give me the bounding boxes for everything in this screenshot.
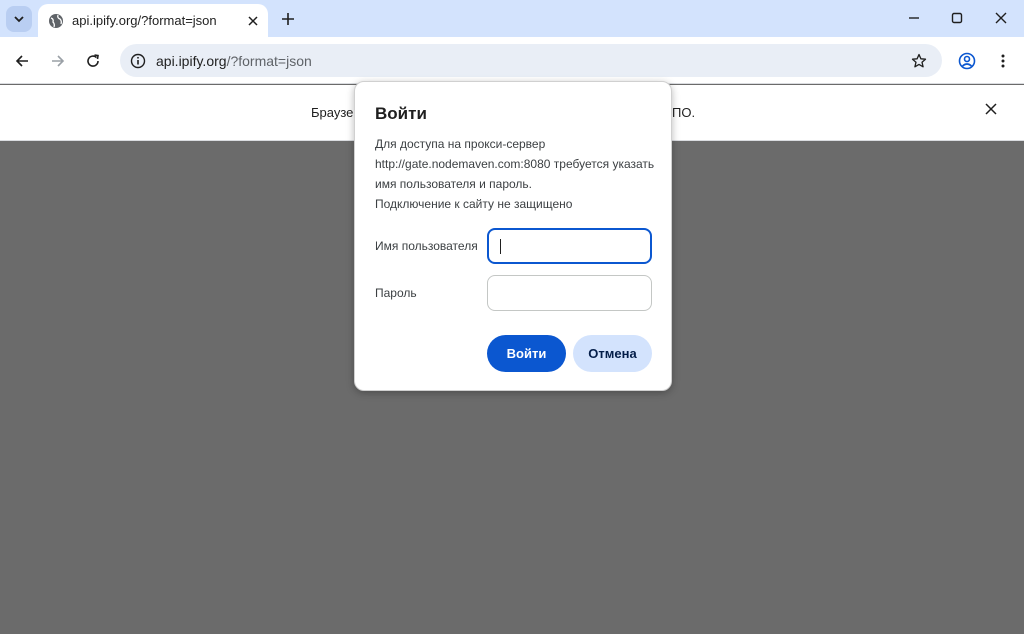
- arrow-left-icon: [15, 55, 28, 67]
- browser-toolbar: api.ipify.org/?format=json: [0, 37, 1024, 84]
- dialog-message: Для доступа на прокси-сервер http://gate…: [375, 134, 660, 214]
- plus-icon: [282, 13, 294, 25]
- tab-title: api.ipify.org/?format=json: [72, 13, 217, 28]
- bookmark-button[interactable]: [908, 50, 930, 72]
- info-icon: [130, 53, 146, 68]
- tab-strip: api.ipify.org/?format=json: [0, 0, 1024, 37]
- username-field[interactable]: [487, 228, 652, 264]
- close-window-button[interactable]: [981, 4, 1021, 32]
- minimize-button[interactable]: [894, 4, 934, 32]
- url-text: api.ipify.org/?format=json: [156, 53, 312, 69]
- login-button[interactable]: Войти: [487, 335, 566, 372]
- chevron-down-icon: [14, 16, 24, 23]
- address-bar[interactable]: api.ipify.org/?format=json: [120, 44, 942, 77]
- account-icon: [958, 52, 976, 70]
- infobar-close-button[interactable]: [985, 102, 997, 120]
- star-icon: [911, 53, 927, 68]
- close-icon: [248, 15, 258, 26]
- url-host: api.ipify.org: [156, 52, 227, 69]
- new-tab-button[interactable]: [276, 7, 300, 31]
- menu-button[interactable]: [989, 47, 1017, 75]
- proxy-auth-dialog: Войти Для доступа на прокси-сервер http:…: [354, 81, 672, 391]
- maximize-button[interactable]: [937, 4, 977, 32]
- password-field[interactable]: [487, 275, 652, 311]
- globe-icon: [49, 13, 63, 28]
- infobar-text-right: ПО.: [672, 105, 696, 120]
- profile-button[interactable]: [953, 47, 981, 75]
- site-info-button[interactable]: [128, 51, 148, 71]
- dialog-title: Войти: [375, 104, 427, 123]
- username-label: Имя пользователя: [375, 239, 478, 253]
- back-button[interactable]: [8, 47, 36, 75]
- reload-button[interactable]: [79, 47, 107, 75]
- tab-search-button[interactable]: [6, 6, 32, 32]
- url-path: /?format=json: [226, 52, 312, 69]
- maximize-icon: [951, 12, 963, 24]
- password-label: Пароль: [375, 286, 417, 300]
- dialog-security-note: Подключение к сайту не защищено: [375, 197, 573, 211]
- tab-close-button[interactable]: [242, 10, 264, 32]
- cancel-button[interactable]: Отмена: [573, 335, 652, 372]
- text-caret: [500, 239, 501, 254]
- tab-active[interactable]: api.ipify.org/?format=json: [38, 4, 268, 37]
- forward-button[interactable]: [44, 47, 72, 75]
- minimize-icon: [909, 17, 919, 19]
- close-icon: [995, 12, 1007, 24]
- reload-icon: [87, 54, 99, 67]
- more-vertical-icon: [1001, 54, 1005, 68]
- arrow-right-icon: [52, 55, 65, 67]
- dialog-message-text: Для доступа на прокси-сервер http://gate…: [375, 137, 655, 191]
- close-icon: [985, 103, 997, 115]
